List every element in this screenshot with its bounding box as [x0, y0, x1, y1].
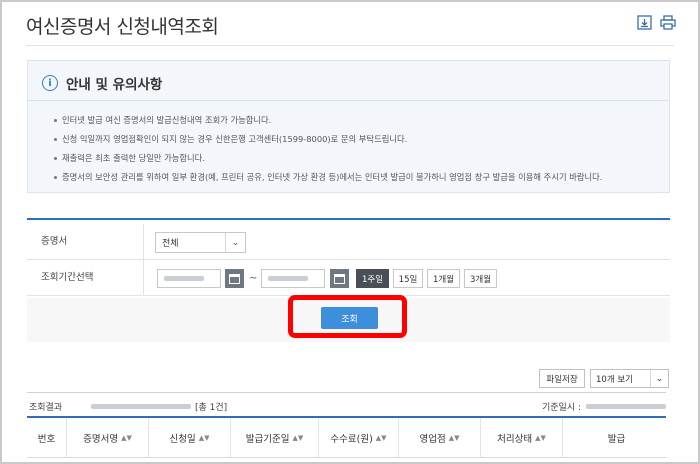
notice-header: i 안내 및 유의사항	[42, 73, 162, 93]
sort-icon: ▲▼	[121, 434, 132, 442]
column-header-status[interactable]: 처리상태 ▲▼	[481, 418, 563, 458]
period-label: 조회기간선택	[41, 272, 94, 283]
base-time-value	[586, 404, 666, 409]
column-header-branch[interactable]: 영업점 ▲▼	[399, 418, 481, 458]
chevron-down-icon: ⌄	[225, 233, 245, 252]
period-button-3months[interactable]: 3개월	[464, 269, 497, 288]
certificate-row: 증명서 전체 ⌄	[27, 224, 670, 260]
certificate-select[interactable]: 전체 ⌄	[155, 232, 246, 253]
certificate-select-value: 전체	[162, 239, 179, 249]
result-label: 조회결과	[29, 403, 63, 413]
column-header-number: 번호	[27, 418, 67, 458]
sort-icon: ▲▼	[292, 434, 304, 442]
result-count: [총 1건]	[195, 403, 228, 413]
calendar-icon[interactable]	[330, 269, 349, 288]
start-date-input[interactable]	[157, 269, 221, 288]
page-size-value: 10개 보기	[596, 374, 633, 385]
period-button-1week[interactable]: 1주일	[356, 269, 389, 288]
highlight-box	[288, 295, 407, 338]
page-frame: 여신증명서 신청내역조회 i 안내 및 유의사항 인터넷 발급 여신 증명서의 …	[0, 0, 700, 464]
notice-title: 안내 및 유의사항	[66, 77, 163, 93]
notice-list: 인터넷 발급 여신 증명서의 발급신청내역 조회가 가능합니다. 신청 익일까지…	[54, 111, 602, 187]
notice-divider	[28, 100, 669, 101]
page-size-select[interactable]: 10개 보기 ⌄	[590, 369, 669, 388]
result-summary: 조회결과 [총 1건] 기준일시 :	[27, 392, 666, 418]
base-time: 기준일시 :	[542, 400, 666, 413]
notice-item: 증명서의 보안성 관리를 위하여 일부 환경(예, 프린터 공유, 인터넷 가상…	[54, 168, 602, 187]
column-header-certificate[interactable]: 증명서명 ▲▼	[67, 418, 149, 458]
title-divider	[26, 45, 674, 46]
period-row: 조회기간선택 ~ 1주일 15일 1개월 3개월	[27, 260, 670, 296]
date-separator: ~	[249, 273, 258, 284]
period-button-1month[interactable]: 1개월	[427, 269, 460, 288]
export-button[interactable]: 파일저장	[539, 369, 585, 388]
notice-item: 신청 익일까지 영업점확인이 되지 않는 경우 신한은행 고객센터(1599-8…	[54, 130, 602, 149]
column-header-apply-date[interactable]: 신청일 ▲▼	[149, 418, 231, 458]
sort-icon: ▲▼	[375, 434, 387, 442]
notice-item: 재출력은 최초 출력한 당일만 가능합니다.	[54, 149, 602, 168]
end-date-input[interactable]	[261, 269, 325, 288]
sort-icon: ▲▼	[535, 434, 546, 442]
info-icon: i	[42, 75, 58, 91]
result-date-range	[91, 404, 191, 409]
column-header-fee[interactable]: 수수료(원) ▲▼	[319, 418, 399, 458]
print-icon[interactable]	[660, 14, 676, 30]
download-icon[interactable]	[636, 14, 652, 30]
column-header-issue: 발급	[607, 434, 626, 445]
results-table-header: 번호 증명서명 ▲▼ 신청일 ▲▼ 발급기준일 ▲▼ 수수료(원) ▲▼ 영업점 ▲▼ 처…	[27, 418, 666, 458]
result-range: [총 1건]	[91, 400, 227, 413]
period-button-15days[interactable]: 15일	[393, 269, 423, 288]
certificate-label: 증명서	[41, 236, 68, 247]
sort-icon: ▲▼	[448, 434, 460, 442]
column-header-issue-base-date[interactable]: 발급기준일 ▲▼	[231, 418, 319, 458]
sort-icon: ▲▼	[198, 434, 210, 442]
page-title: 여신증명서 신청내역조회	[26, 16, 219, 38]
notice-box: i 안내 및 유의사항 인터넷 발급 여신 증명서의 발급신청내역 조회가 가능…	[27, 60, 670, 193]
calendar-icon[interactable]	[225, 269, 244, 288]
page-tools	[636, 14, 676, 30]
chevron-down-icon: ⌄	[650, 370, 668, 387]
notice-item: 인터넷 발급 여신 증명서의 발급신청내역 조회가 가능합니다.	[54, 111, 602, 130]
base-time-label: 기준일시 :	[541, 403, 581, 413]
